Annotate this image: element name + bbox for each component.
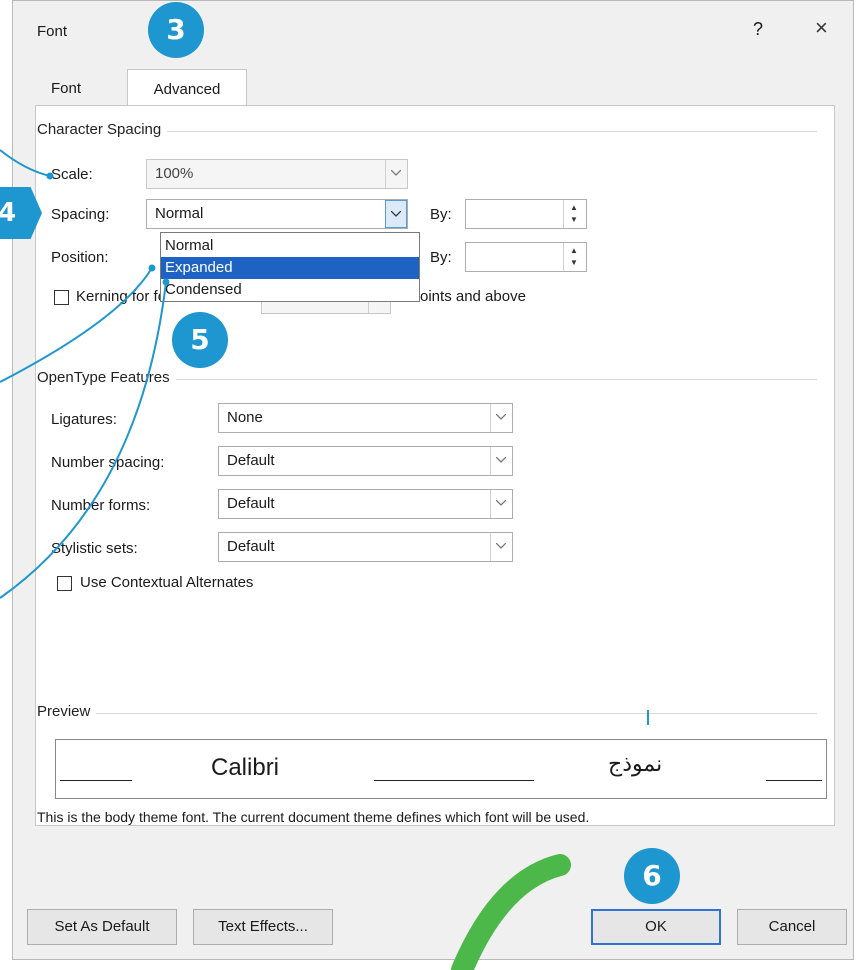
ok-button[interactable]: OK	[591, 909, 721, 945]
dropdown-option-expanded[interactable]: Expanded	[161, 257, 419, 279]
chevron-down-icon[interactable]	[490, 404, 512, 432]
number-forms-combo[interactable]: Default	[218, 489, 513, 519]
tab-font-label: Font	[51, 80, 82, 97]
spin-up-icon[interactable]: ▲	[570, 246, 578, 255]
spacing-by-label: By:	[430, 206, 452, 223]
dropdown-option-condensed[interactable]: Condensed	[161, 279, 419, 301]
preview-heading: Preview	[37, 703, 97, 720]
spin-down-icon[interactable]: ▼	[570, 215, 578, 224]
chevron-down-icon[interactable]	[490, 533, 512, 561]
preview-rule	[374, 780, 534, 781]
stylistic-sets-combo[interactable]: Default	[218, 532, 513, 562]
ligatures-combo[interactable]: None	[218, 403, 513, 433]
number-spacing-label: Number spacing:	[51, 454, 165, 471]
text-effects-button[interactable]: Text Effects...	[193, 909, 333, 945]
font-dialog: Font ? × Font Advanced Character Spacing…	[12, 0, 854, 960]
spacing-label: Spacing:	[51, 206, 110, 223]
kerning-checkbox[interactable]	[54, 290, 69, 305]
number-forms-label: Number forms:	[51, 497, 151, 514]
tab-advanced-label: Advanced	[153, 81, 221, 98]
preview-sample-latin: Calibri	[211, 754, 280, 781]
spin-down-icon[interactable]: ▼	[570, 258, 578, 267]
spacing-by-spinner[interactable]: ▲ ▼	[465, 199, 587, 229]
tab-advanced[interactable]: Advanced	[127, 69, 247, 106]
chevron-down-icon[interactable]	[490, 447, 512, 475]
stylistic-sets-value: Default	[227, 538, 275, 555]
set-as-default-button[interactable]: Set As Default	[27, 909, 177, 945]
contextual-alternates-checkbox[interactable]	[57, 576, 72, 591]
scale-value: 100%	[155, 165, 194, 182]
preview-box: Calibri نموذج	[55, 739, 827, 799]
dropdown-option-normal[interactable]: Normal	[161, 235, 419, 257]
stylistic-sets-label: Stylistic sets:	[51, 540, 138, 557]
chevron-down-icon[interactable]	[490, 490, 512, 518]
spacing-value: Normal	[155, 205, 204, 222]
scale-label: Scale:	[51, 166, 93, 183]
step-badge-3: 3	[148, 2, 204, 58]
preview-note: This is the body theme font. The current…	[37, 809, 590, 825]
number-spacing-combo[interactable]: Default	[218, 446, 513, 476]
position-by-label: By:	[430, 249, 452, 266]
ligatures-value: None	[227, 409, 263, 426]
preview-rule	[766, 780, 822, 781]
opentype-heading: OpenType Features	[37, 369, 176, 386]
preview-rule	[60, 780, 132, 781]
preview-sample-arabic: نموذج	[608, 752, 663, 777]
close-icon[interactable]: ×	[815, 15, 828, 41]
dialog-title: Font	[37, 23, 68, 40]
help-icon[interactable]: ?	[753, 19, 763, 40]
group-line	[37, 713, 817, 714]
step-badge-5: 5	[172, 312, 228, 368]
kerning-suffix: Points and above	[410, 288, 526, 305]
scale-combo[interactable]: 100%	[146, 159, 408, 189]
position-by-spinner[interactable]: ▲ ▼	[465, 242, 587, 272]
cancel-button[interactable]: Cancel	[737, 909, 847, 945]
tab-font[interactable]: Font	[37, 73, 95, 105]
number-spacing-value: Default	[227, 452, 275, 469]
contextual-alternates-label: Use Contextual Alternates	[80, 574, 254, 591]
chevron-down-icon[interactable]	[385, 200, 407, 228]
spacing-combo[interactable]: Normal	[146, 199, 408, 229]
character-spacing-heading: Character Spacing	[37, 121, 168, 138]
spacing-dropdown-list[interactable]: Normal Expanded Condensed	[160, 232, 420, 302]
position-label: Position:	[51, 249, 109, 266]
chevron-down-icon[interactable]	[385, 160, 407, 188]
spinner-buttons[interactable]: ▲ ▼	[563, 200, 586, 228]
spinner-buttons[interactable]: ▲ ▼	[563, 243, 586, 271]
step-badge-6: 6	[624, 848, 680, 904]
ligatures-label: Ligatures:	[51, 411, 117, 428]
number-forms-value: Default	[227, 495, 275, 512]
spin-up-icon[interactable]: ▲	[570, 203, 578, 212]
